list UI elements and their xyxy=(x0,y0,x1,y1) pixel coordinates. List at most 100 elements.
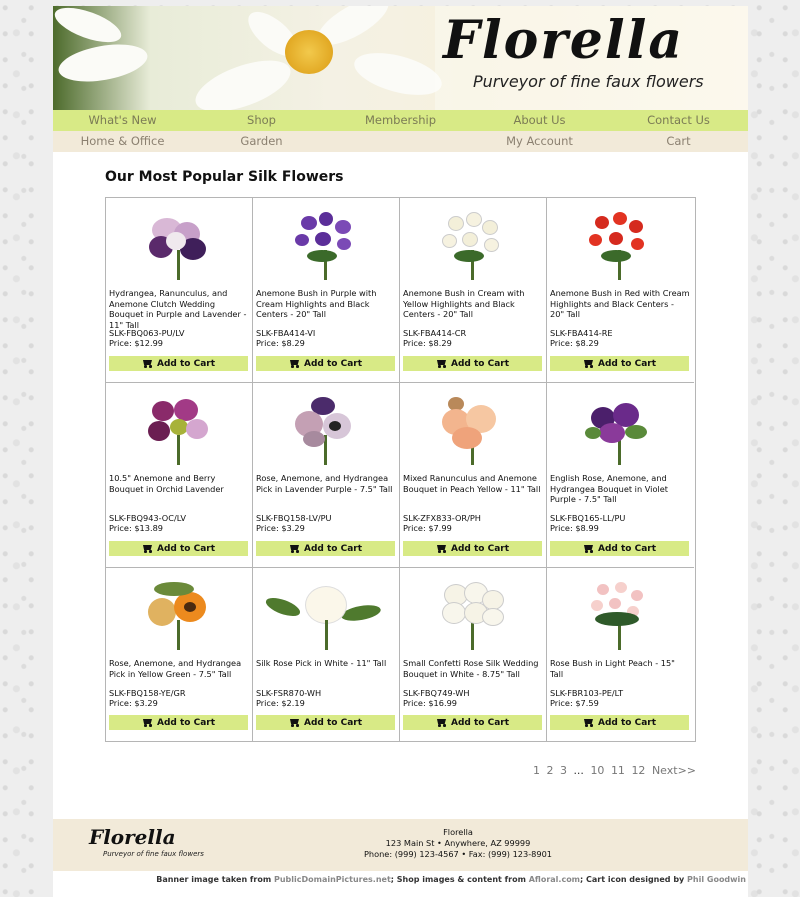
nav-garden[interactable]: Garden xyxy=(192,131,331,152)
cart-icon xyxy=(142,718,153,727)
product-price: Price: $8.29 xyxy=(403,338,452,348)
product-name[interactable]: Rose, Anemone, and Hydrangea Pick in Yel… xyxy=(109,658,249,679)
nav-spacer xyxy=(331,131,470,152)
add-to-cart-label: Add to Cart xyxy=(450,358,510,369)
banner-petal xyxy=(189,50,297,110)
product-price: Price: $7.99 xyxy=(403,523,452,533)
nav-shop[interactable]: Shop xyxy=(192,110,331,131)
product-image[interactable] xyxy=(144,395,214,467)
add-to-cart-button[interactable]: Add to Cart xyxy=(109,715,248,730)
cart-icon xyxy=(142,359,153,368)
footer-logo[interactable]: Florella xyxy=(89,825,176,849)
product-sku: SLK-FBQ158-YE/GR xyxy=(109,688,186,698)
add-to-cart-label: Add to Cart xyxy=(303,543,363,554)
credits-link-afloral[interactable]: Afloral.com xyxy=(529,875,580,884)
product-image[interactable] xyxy=(585,210,655,282)
add-to-cart-button[interactable]: Add to Cart xyxy=(109,356,248,371)
product-card: Rose, Anemone, and Hydrangea Pick in Lav… xyxy=(253,383,400,568)
credits-link-icon[interactable]: Phil Goodwin xyxy=(687,875,746,884)
cart-icon xyxy=(583,718,594,727)
cart-icon xyxy=(142,544,153,553)
product-name[interactable]: Mixed Ranunculus and Anemone Bouquet in … xyxy=(403,473,543,494)
product-name[interactable]: Rose Bush in Light Peach - 15" Tall xyxy=(550,658,690,679)
add-to-cart-label: Add to Cart xyxy=(156,358,216,369)
page-link-12[interactable]: 12 xyxy=(631,764,645,777)
page-link-10[interactable]: 10 xyxy=(590,764,604,777)
product-card: Hydrangea, Ranunculus, and Anemone Clutc… xyxy=(106,198,253,383)
add-to-cart-button[interactable]: Add to Cart xyxy=(550,541,689,556)
add-to-cart-button[interactable]: Add to Cart xyxy=(550,356,689,371)
banner-petal xyxy=(53,6,126,50)
product-name[interactable]: Anemone Bush in Red with Cream Highlight… xyxy=(550,288,690,320)
product-price: Price: $3.29 xyxy=(256,523,305,533)
product-image[interactable] xyxy=(144,580,214,652)
product-image[interactable] xyxy=(438,210,508,282)
product-name[interactable]: Silk Rose Pick in White - 11" Tall xyxy=(256,658,396,669)
add-to-cart-button[interactable]: Add to Cart xyxy=(256,541,395,556)
page-link-11[interactable]: 11 xyxy=(611,764,625,777)
add-to-cart-button[interactable]: Add to Cart xyxy=(256,715,395,730)
add-to-cart-button[interactable]: Add to Cart xyxy=(256,356,395,371)
product-sku: SLK-FBQ063-PU/LV xyxy=(109,328,185,338)
product-card: Rose Bush in Light Peach - 15" Tall SLK-… xyxy=(547,568,694,741)
product-image[interactable] xyxy=(144,210,214,282)
product-card: Silk Rose Pick in White - 11" Tall SLK-F… xyxy=(253,568,400,741)
add-to-cart-button[interactable]: Add to Cart xyxy=(403,356,542,371)
product-name[interactable]: 10.5" Anemone and Berry Bouquet in Orchi… xyxy=(109,473,249,494)
product-image[interactable] xyxy=(263,580,382,652)
credits-link-banner[interactable]: PublicDomainPictures.net xyxy=(274,875,391,884)
nav-contact-us[interactable]: Contact Us xyxy=(609,110,748,131)
product-sku: SLK-FBQ165-LL/PU xyxy=(550,513,626,523)
product-image[interactable] xyxy=(585,395,655,467)
product-image[interactable] xyxy=(291,395,361,467)
secondary-nav: Home & Office Garden My Account Cart xyxy=(53,131,748,152)
product-name[interactable]: Small Confetti Rose Silk Wedding Bouquet… xyxy=(403,658,543,679)
product-name[interactable]: English Rose, Anemone, and Hydrangea Bou… xyxy=(550,473,690,505)
nav-membership[interactable]: Membership xyxy=(331,110,470,131)
product-sku: SLK-ZFX833-OR/PH xyxy=(403,513,481,523)
product-card: Anemone Bush in Purple with Cream Highli… xyxy=(253,198,400,383)
add-to-cart-label: Add to Cart xyxy=(156,717,216,728)
page-link-3[interactable]: 3 xyxy=(560,764,567,777)
product-image[interactable] xyxy=(438,580,508,652)
page-title: Our Most Popular Silk Flowers xyxy=(105,169,344,185)
cart-icon xyxy=(436,544,447,553)
nav-about-us[interactable]: About Us xyxy=(470,110,609,131)
product-image[interactable] xyxy=(291,210,361,282)
product-card: 10.5" Anemone and Berry Bouquet in Orchi… xyxy=(106,383,253,568)
add-to-cart-button[interactable]: Add to Cart xyxy=(403,715,542,730)
product-sku: SLK-FBA414-CR xyxy=(403,328,467,338)
product-image[interactable] xyxy=(585,580,655,652)
product-card: Anemone Bush in Red with Cream Highlight… xyxy=(547,198,694,383)
page-container: Florella Purveyor of fine faux flowers W… xyxy=(53,6,748,897)
product-price: Price: $8.29 xyxy=(256,338,305,348)
product-card: Anemone Bush in Cream with Yellow Highli… xyxy=(400,198,547,383)
banner-petal xyxy=(55,38,151,88)
product-card: Small Confetti Rose Silk Wedding Bouquet… xyxy=(400,568,547,741)
add-to-cart-button[interactable]: Add to Cart xyxy=(403,541,542,556)
add-to-cart-button[interactable]: Add to Cart xyxy=(550,715,689,730)
add-to-cart-button[interactable]: Add to Cart xyxy=(109,541,248,556)
site-logo[interactable]: Florella xyxy=(443,10,684,71)
page-link-1[interactable]: 1 xyxy=(533,764,540,777)
nav-whats-new[interactable]: What's New xyxy=(53,110,192,131)
product-image[interactable] xyxy=(438,395,508,467)
product-sku: SLK-FSR870-WH xyxy=(256,688,322,698)
product-sku: SLK-FBA414-VI xyxy=(256,328,316,338)
product-price: Price: $8.99 xyxy=(550,523,599,533)
product-name[interactable]: Anemone Bush in Cream with Yellow Highli… xyxy=(403,288,543,320)
header-banner: Florella Purveyor of fine faux flowers xyxy=(53,6,748,110)
footer: Florella Purveyor of fine faux flowers F… xyxy=(53,819,748,871)
nav-cart[interactable]: Cart xyxy=(609,131,748,152)
next-page-link[interactable]: Next>> xyxy=(652,764,696,777)
page-ellipsis: ... xyxy=(573,764,584,777)
product-name[interactable]: Rose, Anemone, and Hydrangea Pick in Lav… xyxy=(256,473,396,494)
cart-icon xyxy=(436,359,447,368)
product-price: Price: $8.29 xyxy=(550,338,599,348)
primary-nav: What's New Shop Membership About Us Cont… xyxy=(53,110,748,131)
product-name[interactable]: Hydrangea, Ranunculus, and Anemone Clutc… xyxy=(109,288,249,330)
nav-home-office[interactable]: Home & Office xyxy=(53,131,192,152)
product-name[interactable]: Anemone Bush in Purple with Cream Highli… xyxy=(256,288,396,320)
page-link-2[interactable]: 2 xyxy=(546,764,553,777)
nav-my-account[interactable]: My Account xyxy=(470,131,609,152)
